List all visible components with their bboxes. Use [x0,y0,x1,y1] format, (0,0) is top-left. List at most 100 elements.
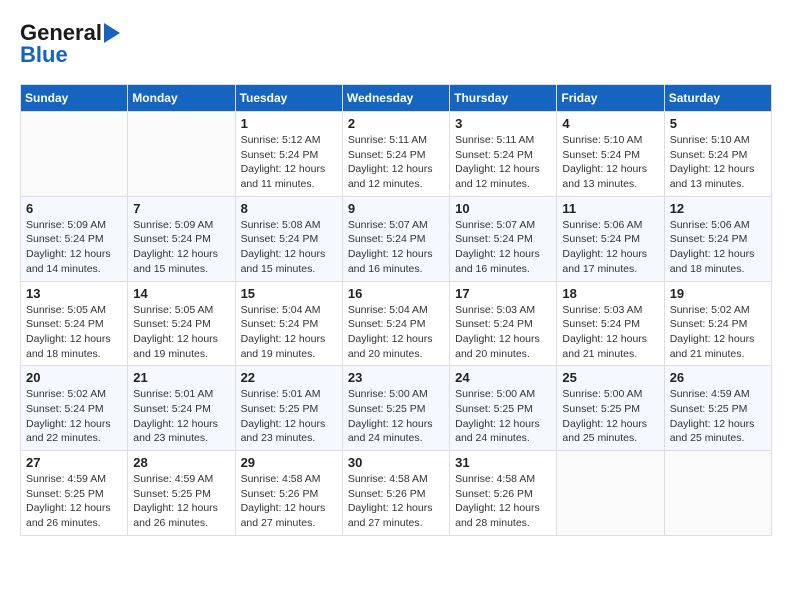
day-info: Sunrise: 5:07 AM Sunset: 5:24 PM Dayligh… [348,218,444,277]
day-number: 11 [562,201,658,216]
day-info: Sunrise: 5:03 AM Sunset: 5:24 PM Dayligh… [455,303,551,362]
day-number: 13 [26,286,122,301]
day-info: Sunrise: 5:12 AM Sunset: 5:24 PM Dayligh… [241,133,337,192]
day-info: Sunrise: 5:11 AM Sunset: 5:24 PM Dayligh… [455,133,551,192]
logo-arrow-icon [104,23,120,43]
calendar-cell: 30 Sunrise: 4:58 AM Sunset: 5:26 PM Dayli… [342,451,449,536]
calendar-cell: 10 Sunrise: 5:07 AM Sunset: 5:24 PM Dayli… [450,196,557,281]
day-info: Sunrise: 4:58 AM Sunset: 5:26 PM Dayligh… [348,472,444,531]
calendar-cell: 23 Sunrise: 5:00 AM Sunset: 5:25 PM Dayli… [342,366,449,451]
day-info: Sunrise: 5:09 AM Sunset: 5:24 PM Dayligh… [133,218,229,277]
day-number: 25 [562,370,658,385]
calendar-cell: 14 Sunrise: 5:05 AM Sunset: 5:24 PM Dayli… [128,281,235,366]
day-number: 31 [455,455,551,470]
day-info: Sunrise: 5:03 AM Sunset: 5:24 PM Dayligh… [562,303,658,362]
day-number: 27 [26,455,122,470]
weekday-header-thursday: Thursday [450,85,557,112]
calendar-cell: 16Sunrise: 5:04 AM Sunset: 5:24 PM Dayli… [342,281,449,366]
weekday-header-wednesday: Wednesday [342,85,449,112]
day-info: Sunrise: 4:59 AM Sunset: 5:25 PM Dayligh… [670,387,766,446]
day-info: Sunrise: 5:01 AM Sunset: 5:25 PM Dayligh… [241,387,337,446]
calendar-cell: 29 Sunrise: 4:58 AM Sunset: 5:26 PM Dayli… [235,451,342,536]
calendar-cell: 9 Sunrise: 5:07 AM Sunset: 5:24 PM Daylig… [342,196,449,281]
day-info: Sunrise: 4:59 AM Sunset: 5:25 PM Dayligh… [26,472,122,531]
calendar-cell: 6 Sunrise: 5:09 AM Sunset: 5:24 PM Daylig… [21,196,128,281]
day-number: 10 [455,201,551,216]
day-info: Sunrise: 5:07 AM Sunset: 5:24 PM Dayligh… [455,218,551,277]
day-number: 7 [133,201,229,216]
day-number: 9 [348,201,444,216]
calendar-cell: 13 Sunrise: 5:05 AM Sunset: 5:24 PM Dayli… [21,281,128,366]
calendar-body: 1 Sunrise: 5:12 AM Sunset: 5:24 PM Daylig… [21,112,772,536]
calendar-cell: 19Sunrise: 5:02 AM Sunset: 5:24 PM Dayli… [664,281,771,366]
day-info: Sunrise: 4:58 AM Sunset: 5:26 PM Dayligh… [241,472,337,531]
day-number: 8 [241,201,337,216]
calendar-cell: 22 Sunrise: 5:01 AM Sunset: 5:25 PM Dayli… [235,366,342,451]
day-info: Sunrise: 4:59 AM Sunset: 5:25 PM Dayligh… [133,472,229,531]
day-number: 28 [133,455,229,470]
calendar-week-row: 6 Sunrise: 5:09 AM Sunset: 5:24 PM Daylig… [21,196,772,281]
calendar-cell: 27 Sunrise: 4:59 AM Sunset: 5:25 PM Dayli… [21,451,128,536]
calendar-cell: 24Sunrise: 5:00 AM Sunset: 5:25 PM Dayli… [450,366,557,451]
calendar-cell: 12 Sunrise: 5:06 AM Sunset: 5:24 PM Dayli… [664,196,771,281]
day-info: Sunrise: 5:06 AM Sunset: 5:24 PM Dayligh… [562,218,658,277]
calendar-cell [128,112,235,197]
day-number: 16 [348,286,444,301]
day-number: 6 [26,201,122,216]
day-number: 5 [670,116,766,131]
calendar-cell: 25 Sunrise: 5:00 AM Sunset: 5:25 PM Dayli… [557,366,664,451]
day-info: Sunrise: 5:01 AM Sunset: 5:24 PM Dayligh… [133,387,229,446]
calendar-week-row: 1 Sunrise: 5:12 AM Sunset: 5:24 PM Daylig… [21,112,772,197]
calendar-cell: 1 Sunrise: 5:12 AM Sunset: 5:24 PM Daylig… [235,112,342,197]
weekday-header-tuesday: Tuesday [235,85,342,112]
calendar-cell: 20Sunrise: 5:02 AM Sunset: 5:24 PM Dayli… [21,366,128,451]
day-info: Sunrise: 5:04 AM Sunset: 5:24 PM Dayligh… [241,303,337,362]
day-number: 17 [455,286,551,301]
day-info: Sunrise: 5:11 AM Sunset: 5:24 PM Dayligh… [348,133,444,192]
weekday-header-sunday: Sunday [21,85,128,112]
day-number: 4 [562,116,658,131]
day-number: 3 [455,116,551,131]
calendar-cell: 4 Sunrise: 5:10 AM Sunset: 5:24 PM Daylig… [557,112,664,197]
day-number: 23 [348,370,444,385]
day-number: 19 [670,286,766,301]
day-number: 29 [241,455,337,470]
calendar-cell: 15 Sunrise: 5:04 AM Sunset: 5:24 PM Dayli… [235,281,342,366]
day-info: Sunrise: 5:00 AM Sunset: 5:25 PM Dayligh… [562,387,658,446]
weekday-header-saturday: Saturday [664,85,771,112]
day-info: Sunrise: 5:05 AM Sunset: 5:24 PM Dayligh… [133,303,229,362]
day-number: 20 [26,370,122,385]
calendar-cell: 31Sunrise: 4:58 AM Sunset: 5:26 PM Dayli… [450,451,557,536]
calendar-cell: 3 Sunrise: 5:11 AM Sunset: 5:24 PM Daylig… [450,112,557,197]
calendar-cell [664,451,771,536]
day-info: Sunrise: 5:09 AM Sunset: 5:24 PM Dayligh… [26,218,122,277]
day-info: Sunrise: 5:06 AM Sunset: 5:24 PM Dayligh… [670,218,766,277]
calendar-table: SundayMondayTuesdayWednesdayThursdayFrid… [20,84,772,536]
calendar-week-row: 13 Sunrise: 5:05 AM Sunset: 5:24 PM Dayli… [21,281,772,366]
calendar-cell: 7 Sunrise: 5:09 AM Sunset: 5:24 PM Daylig… [128,196,235,281]
logo-blue: Blue [20,42,68,68]
day-info: Sunrise: 5:10 AM Sunset: 5:24 PM Dayligh… [670,133,766,192]
calendar-cell: 17 Sunrise: 5:03 AM Sunset: 5:24 PM Dayli… [450,281,557,366]
day-number: 14 [133,286,229,301]
day-number: 12 [670,201,766,216]
day-number: 22 [241,370,337,385]
calendar-week-row: 27 Sunrise: 4:59 AM Sunset: 5:25 PM Dayli… [21,451,772,536]
calendar-cell [21,112,128,197]
calendar-cell: 28 Sunrise: 4:59 AM Sunset: 5:25 PM Dayli… [128,451,235,536]
day-number: 30 [348,455,444,470]
day-info: Sunrise: 5:05 AM Sunset: 5:24 PM Dayligh… [26,303,122,362]
weekday-header-friday: Friday [557,85,664,112]
day-number: 1 [241,116,337,131]
day-number: 18 [562,286,658,301]
calendar-header-row: SundayMondayTuesdayWednesdayThursdayFrid… [21,85,772,112]
calendar-cell: 5 Sunrise: 5:10 AM Sunset: 5:24 PM Daylig… [664,112,771,197]
day-info: Sunrise: 5:10 AM Sunset: 5:24 PM Dayligh… [562,133,658,192]
page-header: General Blue [20,20,772,68]
weekday-header-monday: Monday [128,85,235,112]
day-info: Sunrise: 5:00 AM Sunset: 5:25 PM Dayligh… [348,387,444,446]
logo: General Blue [20,20,120,68]
day-number: 21 [133,370,229,385]
day-number: 15 [241,286,337,301]
day-number: 2 [348,116,444,131]
